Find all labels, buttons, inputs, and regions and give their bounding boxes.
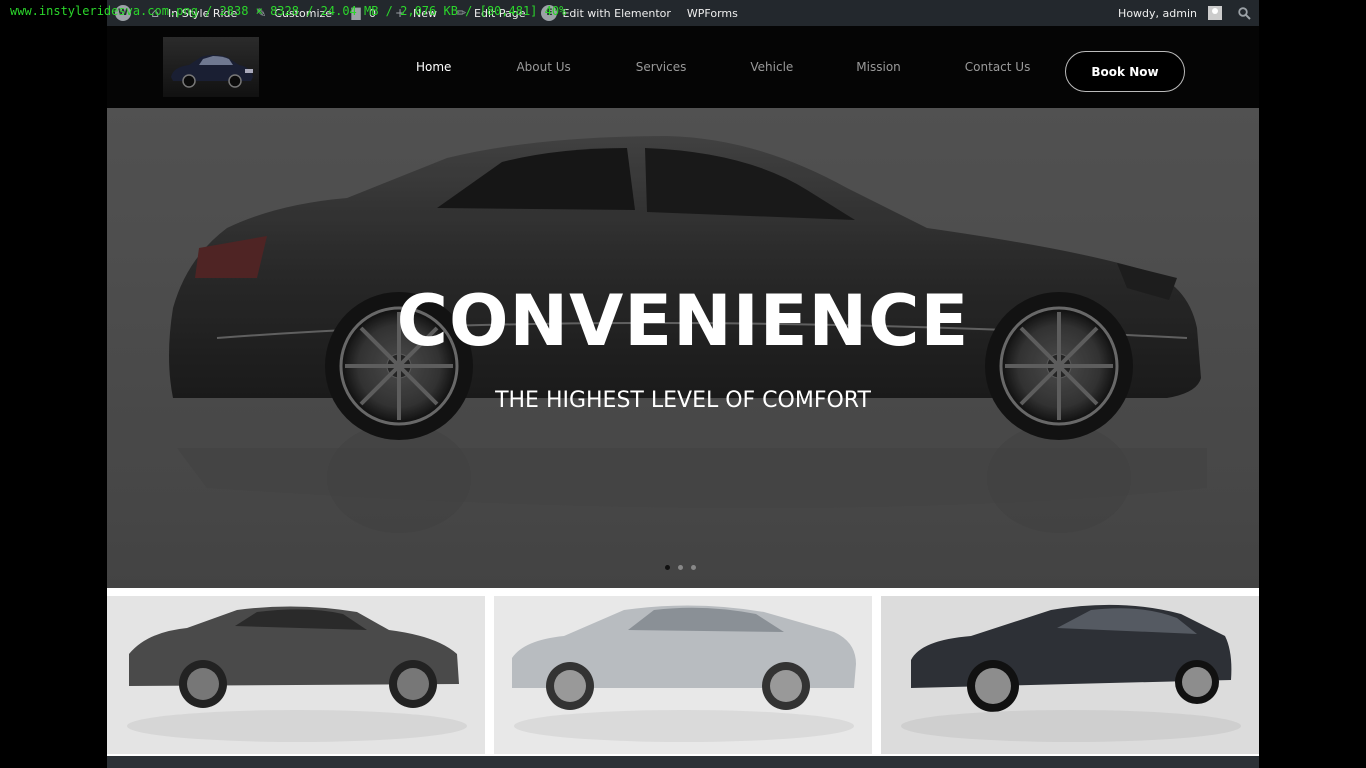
search-icon — [1238, 6, 1251, 20]
site-header: Home About Us Services Vehicle Mission C… — [107, 26, 1259, 108]
nav-home[interactable]: Home — [416, 60, 451, 74]
gallery-card-silver-sedan[interactable] — [494, 596, 872, 754]
slider-dot-2[interactable] — [678, 565, 683, 570]
nav-contact-us[interactable]: Contact Us — [965, 60, 1031, 74]
book-now-button[interactable]: Book Now — [1065, 51, 1185, 92]
section-footer-bar — [107, 756, 1259, 768]
screenshot-info-overlay: www.instyleridesva.com.png / 2838 × 8328… — [10, 4, 567, 18]
slider-dots — [665, 565, 696, 570]
wpforms-menu[interactable]: WPForms — [679, 0, 746, 26]
nav-about-us[interactable]: About Us — [516, 60, 570, 74]
slider-dot-3[interactable] — [691, 565, 696, 570]
slider-dot-1[interactable] — [665, 565, 670, 570]
elementor-label: Edit with Elementor — [562, 6, 671, 20]
nav-services[interactable]: Services — [636, 60, 687, 74]
main-nav: Home About Us Services Vehicle Mission C… — [387, 60, 1030, 74]
car-thumbnail-grey-sedan — [107, 596, 485, 754]
nav-mission[interactable]: Mission — [856, 60, 900, 74]
car-thumbnail-silver-sedan — [494, 596, 872, 754]
nav-vehicle[interactable]: Vehicle — [750, 60, 793, 74]
wpforms-label: WPForms — [686, 6, 738, 20]
account-menu[interactable]: Howdy, admin — [1110, 0, 1230, 26]
hero-title: CONVENIENCE — [396, 280, 970, 362]
vehicle-gallery — [107, 588, 1259, 768]
car-thumbnail-dark-coupe — [881, 596, 1259, 754]
gallery-card-dark-coupe[interactable] — [881, 596, 1259, 754]
hero-subtitle: THE HIGHEST LEVEL OF COMFORT — [495, 388, 871, 413]
site-logo[interactable] — [163, 37, 259, 97]
howdy-label: Howdy, admin — [1118, 6, 1197, 20]
admin-search-button[interactable] — [1230, 0, 1259, 26]
logo-car-image — [171, 55, 253, 88]
avatar — [1208, 6, 1222, 20]
hero-slider: CONVENIENCE THE HIGHEST LEVEL OF COMFORT — [107, 108, 1259, 588]
gallery-card-silver-coupe[interactable] — [107, 596, 485, 754]
